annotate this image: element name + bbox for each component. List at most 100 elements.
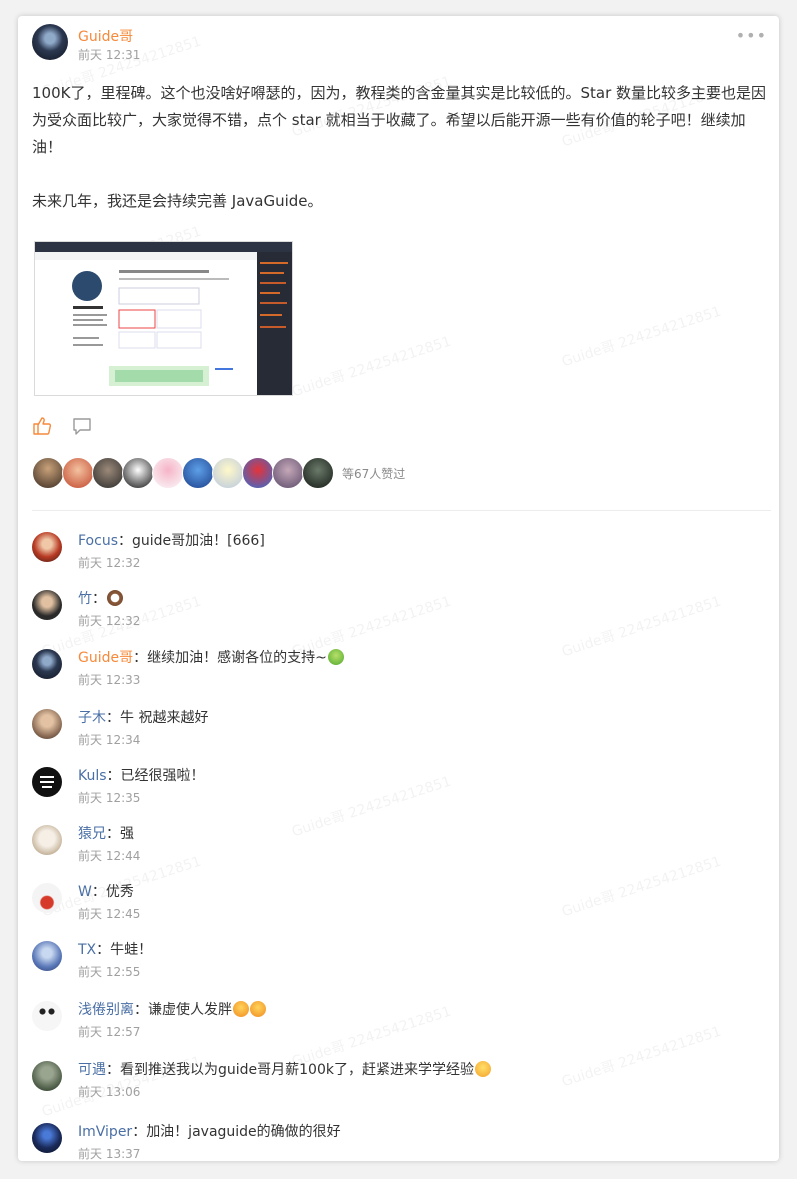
comment-author[interactable]: Kuls bbox=[78, 768, 107, 784]
comment-line: TX：牛蛙！ bbox=[78, 941, 152, 959]
liker-avatar[interactable] bbox=[122, 457, 154, 489]
liker-avatar[interactable] bbox=[92, 457, 124, 489]
more-dots-icon[interactable]: ••• bbox=[736, 26, 767, 45]
comment-author[interactable]: 子木 bbox=[78, 710, 106, 726]
separator: ： bbox=[106, 1062, 120, 1078]
comment-item: Focus：guide哥加油！[666] 前天 12:32 bbox=[32, 532, 772, 580]
comment-time: 前天 12:45 bbox=[78, 907, 141, 921]
separator: ： bbox=[106, 826, 120, 842]
grin-emoji-icon bbox=[233, 1001, 249, 1017]
post-author[interactable]: Guide哥 bbox=[78, 26, 133, 46]
comment-item: 可遇：看到推送我以为guide哥月薪100k了，赶紧进来学学经验 前天 13:0… bbox=[32, 1061, 772, 1109]
divider bbox=[32, 510, 771, 511]
post-image[interactable] bbox=[34, 241, 293, 396]
comment-item: Kuls：已经很强啦！ 前天 12:35 bbox=[32, 767, 772, 815]
post-card: Guide哥 224254212851 Guide哥 224254212851 … bbox=[18, 16, 779, 1161]
post-time: 前天 12:31 bbox=[78, 48, 141, 62]
avatar[interactable] bbox=[32, 590, 62, 620]
comment-line: 可遇：看到推送我以为guide哥月薪100k了，赶紧进来学学经验 bbox=[78, 1061, 491, 1079]
screenshot-thumbnail bbox=[35, 242, 292, 395]
comment-line: 浅倦别离：谦虚使人发胖 bbox=[78, 1001, 266, 1019]
comment-item: TX：牛蛙！ 前天 12:55 bbox=[32, 941, 772, 989]
comment-author[interactable]: W bbox=[78, 884, 92, 900]
comment-item: 竹： 前天 12:32 bbox=[32, 590, 772, 638]
comment-line: 竹： bbox=[78, 590, 123, 608]
avatar[interactable] bbox=[32, 649, 62, 679]
grin-emoji-icon bbox=[250, 1001, 266, 1017]
likes-row: 等67人赞过 bbox=[32, 457, 772, 489]
avatar[interactable] bbox=[32, 883, 62, 913]
comment-item: ImViper：加油！javaguide的确做的很好 前天 13:37 bbox=[32, 1123, 772, 1161]
comment-item: 浅倦别离：谦虚使人发胖 前天 12:57 bbox=[32, 1001, 772, 1049]
comment-text: guide哥加油！[666] bbox=[131, 533, 265, 549]
avatar[interactable] bbox=[32, 1123, 62, 1153]
post-paragraph: 100K了，里程碑。这个也没啥好嘚瑟的，因为，教程类的含金量其实是比较低的。St… bbox=[32, 84, 767, 156]
comment-author[interactable]: 竹 bbox=[78, 591, 92, 607]
post-paragraph: 未来几年，我还是会持续完善 JavaGuide。 bbox=[32, 192, 323, 210]
comment-time: 前天 12:44 bbox=[78, 849, 141, 863]
comment-author[interactable]: TX bbox=[78, 942, 96, 958]
liker-avatar[interactable] bbox=[182, 457, 214, 489]
post-body: 100K了，里程碑。这个也没啥好嘚瑟的，因为，教程类的含金量其实是比较低的。St… bbox=[32, 80, 768, 215]
comment-author[interactable]: 浅倦别离 bbox=[78, 1002, 134, 1018]
comment-author[interactable]: 猿兄 bbox=[78, 826, 106, 842]
cow-emoji-icon bbox=[107, 590, 123, 606]
comment-item: Guide哥：继续加油！感谢各位的支持~ 前天 12:33 bbox=[32, 649, 772, 697]
avatar[interactable] bbox=[32, 24, 68, 60]
comment-author[interactable]: 可遇 bbox=[78, 1062, 106, 1078]
comment-item: 子木：牛 祝越来越好 前天 12:34 bbox=[32, 709, 772, 757]
comment-item: 猿兄：强 前天 12:44 bbox=[32, 825, 772, 873]
laugh-emoji-icon bbox=[474, 1061, 491, 1077]
separator: ： bbox=[96, 942, 111, 958]
comment-text: 优秀 bbox=[105, 884, 134, 900]
comment-time: 前天 12:32 bbox=[78, 556, 141, 570]
liker-avatar[interactable] bbox=[242, 457, 274, 489]
comment-time: 前天 12:33 bbox=[78, 673, 141, 687]
watermark: Guide哥 224254212851 bbox=[289, 333, 454, 401]
comment-author[interactable]: Focus bbox=[78, 533, 118, 549]
avatar[interactable] bbox=[32, 825, 62, 855]
avatar[interactable] bbox=[32, 1001, 62, 1031]
avatar-logo bbox=[40, 776, 54, 788]
comment-bubble-icon[interactable] bbox=[72, 416, 92, 436]
likes-count[interactable]: 等67人赞过 bbox=[342, 465, 405, 482]
comment-line: Guide哥：继续加油！感谢各位的支持~ bbox=[78, 649, 344, 667]
comment-line: Focus：guide哥加油！[666] bbox=[78, 532, 265, 550]
separator: ： bbox=[133, 650, 148, 666]
comment-text: 已经很强啦！ bbox=[120, 768, 205, 784]
comment-text: 牛蛙！ bbox=[110, 942, 153, 958]
avatar[interactable] bbox=[32, 1061, 62, 1091]
liker-avatar[interactable] bbox=[62, 457, 94, 489]
comment-time: 前天 12:34 bbox=[78, 733, 141, 747]
watermark: Guide哥 224254212851 bbox=[559, 303, 724, 371]
liker-avatar[interactable] bbox=[32, 457, 64, 489]
liker-avatar[interactable] bbox=[302, 457, 334, 489]
comment-time: 前天 12:57 bbox=[78, 1025, 141, 1039]
comment-author[interactable]: ImViper bbox=[78, 1124, 132, 1140]
comment-text: 加油！javaguide的确做的很好 bbox=[146, 1124, 341, 1140]
liker-avatar[interactable] bbox=[152, 457, 184, 489]
comment-line: 猿兄：强 bbox=[78, 825, 134, 843]
avatar[interactable] bbox=[32, 709, 62, 739]
avatar[interactable] bbox=[32, 767, 62, 797]
comment-time: 前天 12:35 bbox=[78, 791, 141, 805]
avatar[interactable] bbox=[32, 941, 62, 971]
avatar[interactable] bbox=[32, 532, 62, 562]
comment-item: W：优秀 前天 12:45 bbox=[32, 883, 772, 931]
comment-line: W：优秀 bbox=[78, 883, 134, 901]
comment-line: 子木：牛 祝越来越好 bbox=[78, 709, 208, 727]
separator: ： bbox=[106, 710, 120, 726]
liker-avatar[interactable] bbox=[212, 457, 244, 489]
thumbs-up-icon[interactable] bbox=[32, 416, 52, 436]
comment-text: 强 bbox=[120, 826, 134, 842]
comment-time: 前天 13:06 bbox=[78, 1085, 141, 1099]
separator: ： bbox=[91, 884, 106, 900]
separator: ： bbox=[134, 1002, 148, 1018]
comment-text: 牛 祝越来越好 bbox=[120, 710, 209, 726]
separator: ： bbox=[117, 533, 132, 549]
separator: ： bbox=[106, 768, 121, 784]
comment-line: ImViper：加油！javaguide的确做的很好 bbox=[78, 1123, 341, 1141]
comment-line: Kuls：已经很强啦！ bbox=[78, 767, 205, 785]
comment-author[interactable]: Guide哥 bbox=[78, 650, 133, 666]
liker-avatar[interactable] bbox=[272, 457, 304, 489]
